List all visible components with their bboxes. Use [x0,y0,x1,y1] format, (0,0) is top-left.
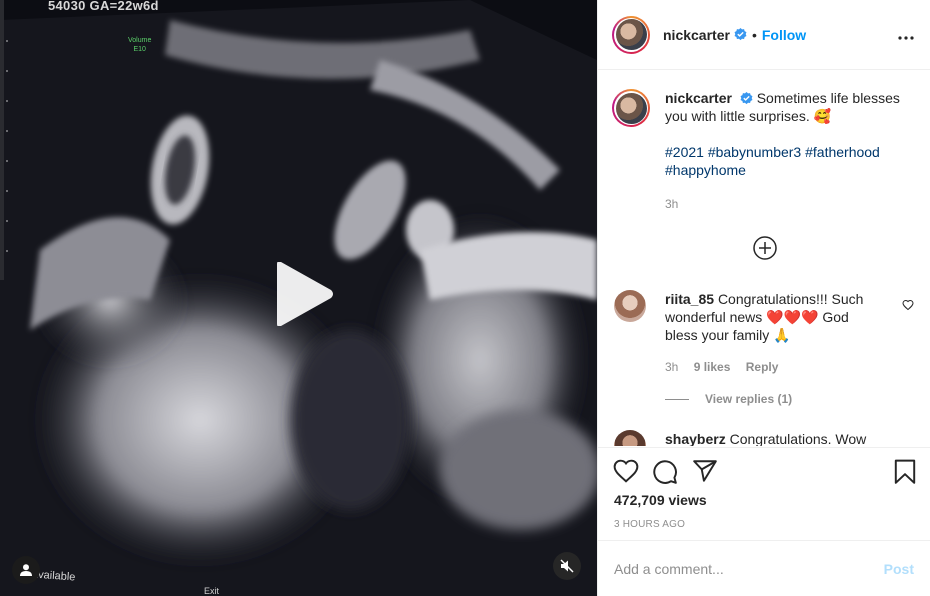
volume-label-text: Volume [128,37,152,44]
header-username[interactable]: nickcarter [663,27,730,43]
comment-bubble-icon[interactable] [652,459,678,488]
comment-item: riita_85 Congratulations!!! Such wonderf… [614,290,914,376]
action-icons-row [613,459,918,485]
reply-button[interactable]: Reply [746,360,779,374]
comment-username[interactable]: shayberz [665,431,726,446]
caption-avatar[interactable] [612,89,650,127]
comment-username[interactable]: riita_85 [665,291,714,307]
like-comment-heart-icon[interactable] [902,298,914,314]
caption-text-block: nickcarter Sometimes life blesses you wi… [665,89,901,213]
post-timestamp[interactable]: 3 HOURS AGO [614,519,685,530]
post-side-panel: nickcarter • Follow nickcarter Sometimes… [597,0,930,596]
commenter-avatar[interactable] [614,430,646,446]
muted-speaker-icon[interactable] [553,552,581,580]
comment-input[interactable] [614,560,884,577]
comments-list[interactable]: nickcarter Sometimes life blesses you wi… [598,71,930,446]
volume-value: E10 [133,46,146,53]
post-caption: nickcarter Sometimes life blesses you wi… [612,89,912,213]
post-media-video[interactable]: 54030 GA=22w6d Volume E10 available Exit [0,0,597,596]
post-header: nickcarter • Follow [598,0,930,70]
post-actions: 472,709 views 3 HOURS AGO [598,447,930,539]
follow-button[interactable]: Follow [762,27,806,43]
view-replies-label: View replies (1) [705,392,793,406]
post-comment-button[interactable]: Post [884,561,914,577]
comment-time[interactable]: 3h [665,360,678,374]
load-more-comments-icon[interactable] [752,235,778,261]
scan-info-label: 54030 GA=22w6d [48,0,159,13]
separator-dot: • [751,26,757,43]
comment-text: Congratulations. Wow [729,431,867,446]
like-heart-icon[interactable] [613,459,639,486]
avatar[interactable] [612,15,650,54]
comment-body: shayberz Congratulations. Wow [665,430,870,446]
volume-label: Volume E10 [128,36,151,54]
caption-hashtags[interactable]: #2021 #babynumber3 #fatherhood #happyhom… [665,143,901,179]
caption-time[interactable]: 3h [665,195,901,213]
save-bookmark-icon[interactable] [894,459,916,488]
view-count[interactable]: 472,709 views [614,492,707,508]
comment-likes[interactable]: 9 likes [694,360,731,374]
caption-username[interactable]: nickcarter [665,90,732,106]
share-paper-plane-icon[interactable] [692,459,718,486]
scan-exit-label: Exit [204,586,220,596]
comment-meta: 3h 9 likes Reply [665,358,870,376]
verified-badge-icon [734,28,747,41]
commenter-avatar[interactable] [614,290,646,322]
more-options-icon[interactable] [898,27,914,43]
play-icon[interactable] [271,261,335,327]
view-replies-button[interactable]: View replies (1) [665,392,792,406]
comment-body: riita_85 Congratulations!!! Such wonderf… [665,290,870,376]
verified-badge-icon [740,92,753,105]
user-tag-icon[interactable] [12,556,40,584]
add-comment-bar: Post [598,540,930,596]
comment-item: shayberz Congratulations. Wow [614,430,914,446]
